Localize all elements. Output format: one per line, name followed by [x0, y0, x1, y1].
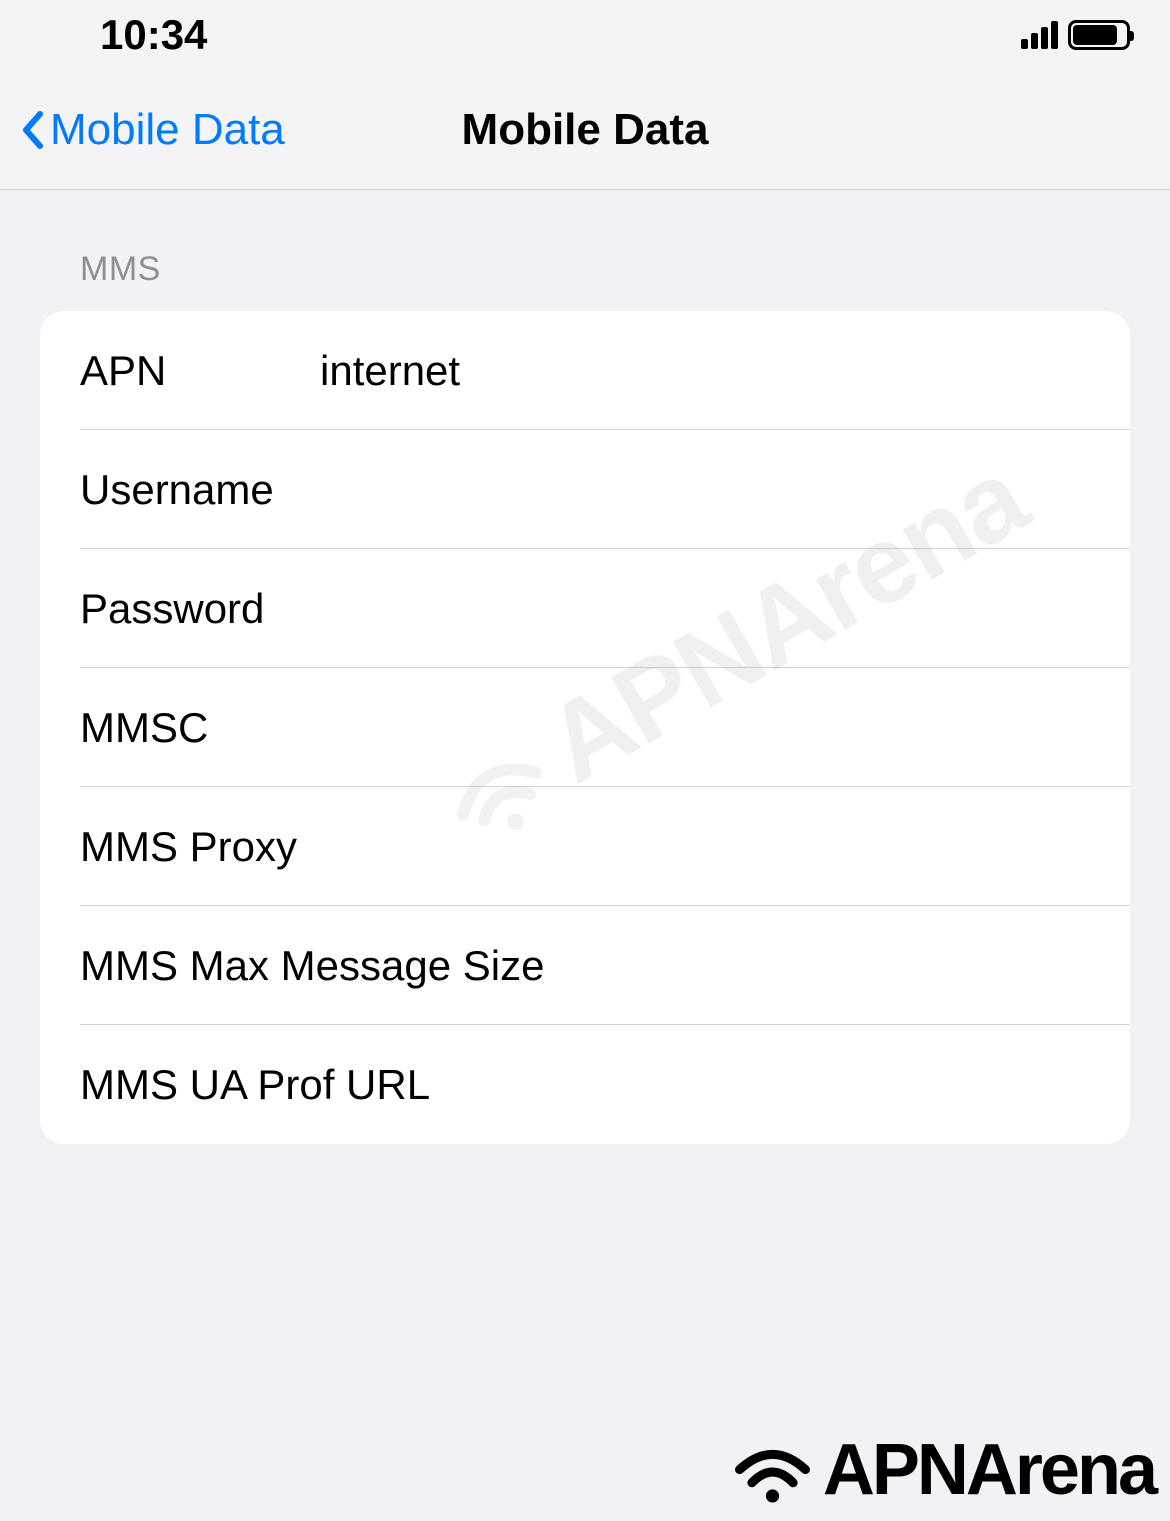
brand-text: APNArena	[823, 1429, 1155, 1511]
input-password[interactable]	[320, 585, 1130, 633]
back-label: Mobile Data	[50, 105, 285, 155]
row-mms-proxy[interactable]: MMS Proxy	[40, 787, 1130, 906]
row-mms-ua-prof[interactable]: MMS UA Prof URL	[40, 1025, 1130, 1144]
page-title: Mobile Data	[462, 105, 709, 155]
input-mmsc[interactable]	[320, 704, 1130, 752]
label-password: Password	[80, 585, 320, 633]
row-mmsc[interactable]: MMSC	[40, 668, 1130, 787]
status-bar: 10:34	[0, 0, 1170, 70]
input-mms-max-size[interactable]	[589, 942, 1130, 990]
input-username[interactable]	[320, 466, 1130, 514]
row-mms-max-size[interactable]: MMS Max Message Size	[40, 906, 1130, 1025]
label-mmsc: MMSC	[80, 704, 320, 752]
label-apn: APN	[80, 347, 320, 395]
wifi-icon	[730, 1435, 815, 1505]
content-area: MMS APN Username Password MMSC MMS Proxy…	[0, 190, 1170, 1144]
chevron-left-icon	[20, 110, 44, 150]
label-username: Username	[80, 466, 320, 514]
brand-footer: APNArena	[730, 1429, 1155, 1511]
settings-group-mms: APN Username Password MMSC MMS Proxy MMS…	[40, 311, 1130, 1144]
row-password[interactable]: Password	[40, 549, 1130, 668]
cellular-signal-icon	[1021, 21, 1058, 49]
navigation-bar: Mobile Data Mobile Data	[0, 70, 1170, 190]
section-header-mms: MMS	[40, 250, 1130, 311]
status-icons	[1021, 20, 1130, 50]
label-mms-max-size: MMS Max Message Size	[80, 942, 589, 990]
row-apn[interactable]: APN	[40, 311, 1130, 430]
label-mms-proxy: MMS Proxy	[80, 823, 589, 871]
input-mms-proxy[interactable]	[589, 823, 1130, 871]
status-time: 10:34	[100, 11, 207, 59]
row-username[interactable]: Username	[40, 430, 1130, 549]
label-mms-ua-prof: MMS UA Prof URL	[80, 1061, 589, 1109]
battery-icon	[1068, 20, 1130, 50]
back-button[interactable]: Mobile Data	[20, 105, 285, 155]
input-apn[interactable]	[320, 347, 1130, 395]
input-mms-ua-prof[interactable]	[589, 1061, 1130, 1109]
